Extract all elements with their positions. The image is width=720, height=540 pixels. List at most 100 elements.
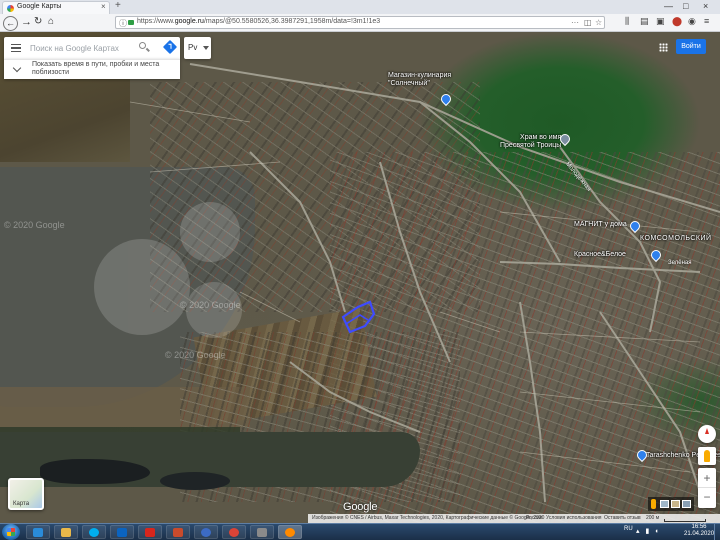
photo-thumb[interactable] [671,500,680,508]
road-minor [439,311,501,333]
signin-button[interactable]: Войти [676,39,706,54]
taskbar-app-ie[interactable] [26,525,50,539]
acrobat-icon [145,528,155,537]
app-red-icon [173,528,183,537]
search-input[interactable] [30,41,130,55]
explorer-icon [61,528,71,537]
scale-label[interactable]: 200 м [646,514,659,523]
road-minor [239,291,301,323]
clock-time: 16:56 [691,524,707,530]
directions-icon[interactable] [162,39,178,55]
photo-thumb[interactable] [682,500,691,508]
watermark-text: © 2020 Google [180,300,241,310]
clock[interactable]: 16:56 21.04.2020 [684,524,714,538]
sidebar-icon[interactable]: ▤ [640,16,649,27]
back-arrow-icon[interactable]: ← [3,16,18,31]
taskbar-app-skype[interactable] [82,525,106,539]
language-selector-button[interactable]: Рv [184,37,211,59]
info-icon[interactable]: ⓘ [119,18,127,29]
taskbar-app-acrobat[interactable] [138,525,162,539]
district-label: КОМСОМОЛЬСКИЙ [640,235,712,242]
map-layer-toggle[interactable]: Карта [8,478,44,510]
poi-label-church[interactable]: Храм во имя Пресвятой Троицы [500,134,561,150]
show-desktop-button[interactable] [714,524,720,540]
marked-area-outline [341,300,376,334]
marked-area-outline [345,314,369,325]
search-icon[interactable] [139,42,146,49]
page-actions-icon[interactable]: ··· [571,18,579,27]
terms-link[interactable]: Условия использования [546,514,602,523]
forward-arrow-icon[interactable]: → [21,15,32,29]
taskbar-app-firefox[interactable] [278,525,302,539]
poi-label-magnit[interactable]: МАГНИТ у дома [574,221,627,229]
taskbar-app-app-blue-circle[interactable] [194,525,218,539]
nearby-hint-panel[interactable]: Показать время в пути, пробки и места по… [4,59,180,79]
zoom-control: + − [698,468,716,508]
start-button[interactable] [2,524,20,540]
url-text[interactable]: https://www.google.ru/maps/@50.5580526,3… [137,18,380,25]
url-path: /maps/@50.5580526,36.3987291,1958m/data=… [203,18,381,25]
menu-icon[interactable] [11,44,21,52]
country-link[interactable]: Россия [526,514,542,523]
compass-button[interactable] [698,425,716,443]
street-view-button[interactable] [698,447,716,465]
ie-icon [33,528,43,537]
address-bar[interactable]: ⓘ https://www.google.ru/maps/@50.5580526… [115,16,605,29]
browser-tab[interactable]: Google Карты × [2,1,110,14]
satellite-map[interactable]: © 2020 Google © 2020 Google © 2020 Googl… [0,32,720,523]
minimize-button[interactable]: — [664,1,673,11]
pegman-icon [704,450,710,462]
road-minor [129,101,251,123]
photo-thumb[interactable] [660,500,669,508]
tray-icons[interactable]: ▴ ▮ ◐ [636,527,661,535]
map-footer: Изображения © CNES / Airbus, Maxar Techn… [308,514,720,523]
hamburger-menu-icon[interactable]: ≡ [704,16,709,26]
skype-icon [89,528,99,537]
search-box [4,37,180,59]
account-icon[interactable]: ◉ [688,16,696,27]
taskbar-app-app-red[interactable] [166,525,190,539]
tab-title: Google Карты [17,3,62,10]
feedback-link[interactable]: Оставить отзыв [604,514,641,523]
layer-toggle-label: Карта [13,501,30,507]
lock-icon [128,20,134,25]
watermark-text: © 2020 Google [4,220,65,230]
taskbar-app-outlook[interactable] [110,525,134,539]
reload-icon[interactable]: ↻ [34,15,42,29]
taskbar-app-photos[interactable] [250,525,274,539]
bookmark-star-icon[interactable]: ☆ [595,18,602,27]
pocket-icon[interactable]: ◫ [584,18,592,27]
taskbar-app-explorer[interactable] [54,525,78,539]
road [289,361,421,433]
road [249,151,346,313]
extension-icon[interactable]: ▣ [656,16,665,27]
photo-strip[interactable] [648,497,694,511]
google-maps-favicon-icon [7,5,14,12]
language-indicator[interactable]: RU [624,526,633,532]
chrome-icon [229,528,239,537]
road-minor [519,391,701,413]
imagery-credit: Изображения © CNES / Airbus, Maxar Techn… [312,515,545,521]
compass-icon [705,428,709,434]
street-label: Зелёная [668,260,692,266]
clock-date: 21.04.2020 [684,531,715,537]
tab-close-icon[interactable]: × [101,2,106,11]
road-minor [149,161,281,173]
zoom-out-button[interactable]: − [698,488,716,508]
taskbar-app-chrome[interactable] [222,525,246,539]
windows-logo-icon [7,528,15,536]
google-apps-icon[interactable] [659,43,668,52]
library-icon[interactable]: ⫼ [625,16,629,27]
new-tab-button[interactable]: + [115,0,121,11]
scale-bar [664,519,706,522]
extension-red-icon[interactable]: ⬤ [672,16,682,27]
poi-label-krasnoe-beloe[interactable]: Красное&Белое [574,251,626,259]
chevron-down-icon[interactable] [12,63,22,73]
road [419,101,561,263]
home-icon[interactable]: ⌂ [48,15,54,29]
poi-label-store[interactable]: Магазин-кулинария "Солнечный" [388,72,451,88]
hint-text: Показать время в пути, пробки и места по… [32,61,160,76]
maximize-button[interactable]: □ [683,1,688,11]
close-window-button[interactable]: × [703,1,708,11]
zoom-in-button[interactable]: + [698,468,716,488]
